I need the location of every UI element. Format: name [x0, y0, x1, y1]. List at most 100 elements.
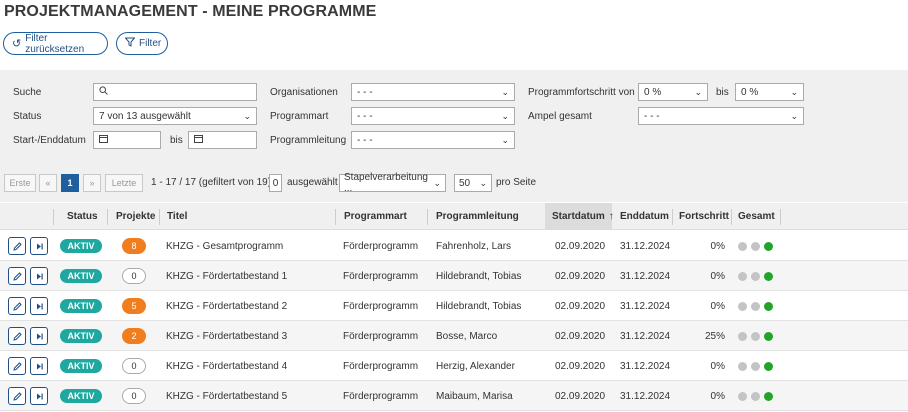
pager-page-1-button[interactable]: 1 [61, 174, 79, 192]
open-button[interactable] [30, 237, 48, 255]
pager-range-text: 1 - 17 / 17 (gefiltert von 19) [151, 177, 272, 188]
pager-last-button[interactable]: Letzte [105, 174, 143, 192]
open-button[interactable] [30, 387, 48, 405]
programmleitung-label: Programmleitung [270, 135, 347, 146]
edit-button[interactable] [8, 237, 26, 255]
fortschritt-to-select[interactable]: 0 % ⌄ [735, 83, 804, 101]
edit-button[interactable] [8, 267, 26, 285]
fortschritt-from-select[interactable]: 0 % ⌄ [638, 83, 708, 101]
edit-button[interactable] [8, 357, 26, 375]
startdatum-cell: 02.09.2020 [555, 330, 606, 342]
programmart-select[interactable]: - - - ⌄ [351, 107, 515, 125]
table-row[interactable]: AKTIV 5 KHZG - Fördertatbestand 2 Förder… [0, 291, 908, 321]
search-icon [99, 86, 108, 98]
chevron-down-icon: ⌄ [790, 86, 798, 97]
chevron-down-icon: ⌄ [479, 177, 487, 188]
calendar-icon [194, 134, 203, 146]
column-programmleitung[interactable]: Programmleitung [436, 203, 519, 230]
pencil-icon [12, 271, 22, 281]
play-next-icon [36, 393, 43, 399]
column-fortschritt[interactable]: Fortschritt [679, 203, 729, 230]
calendar-icon [99, 134, 108, 146]
ampel-off-dot [751, 362, 760, 371]
batch-select[interactable]: Stapelverarbeitung ... ⌄ [339, 172, 446, 194]
reset-filter-button[interactable]: ↺ Filter zurücksetzen [3, 32, 108, 55]
projekte-count-badge[interactable]: 0 [122, 268, 146, 284]
status-badge: AKTIV [60, 299, 102, 313]
column-enddatum[interactable]: Enddatum [620, 203, 669, 230]
fortschritt-cell: 0% [710, 240, 725, 252]
ampel-select[interactable]: - - - ⌄ [638, 107, 804, 125]
column-divider [107, 209, 108, 225]
org-select[interactable]: - - - ⌄ [351, 83, 515, 101]
projekte-count-badge[interactable]: 8 [122, 238, 146, 254]
page-title: PROJEKTMANAGEMENT - MEINE PROGRAMME [4, 3, 377, 20]
search-input[interactable] [93, 83, 257, 101]
fortschritt-label: Programmfortschritt von [528, 87, 635, 98]
table-row[interactable]: AKTIV 0 KHZG - Fördertatbestand 4 Förder… [0, 351, 908, 381]
funnel-icon [124, 37, 136, 50]
titel-cell[interactable]: KHZG - Fördertatbestand 2 [166, 291, 287, 321]
startdatum-cell: 02.09.2020 [555, 300, 606, 312]
pencil-icon [12, 361, 22, 371]
table-header: Status Projekte Titel Programmart Progra… [0, 203, 908, 230]
titel-cell[interactable]: KHZG - Fördertatbestand 4 [166, 351, 287, 381]
table-row[interactable]: AKTIV 0 KHZG - Fördertatbestand 1 Förder… [0, 261, 908, 291]
column-startdatum[interactable]: Startdatum ↑ [545, 203, 614, 230]
programmart-value: - - - [357, 110, 373, 122]
pager-next-button[interactable]: » [83, 174, 101, 192]
open-button[interactable] [30, 357, 48, 375]
column-gesamt[interactable]: Gesamt [738, 203, 775, 230]
pager-prev-button[interactable]: « [39, 174, 57, 192]
table-row[interactable]: AKTIV 2 KHZG - Fördertatbestand 3 Förder… [0, 321, 908, 351]
status-value: 7 von 13 ausgewählt [99, 110, 191, 122]
start-date-input[interactable] [93, 131, 161, 149]
fortschritt-cell: 0% [710, 270, 725, 282]
fortschritt-to-value: 0 % [741, 86, 759, 98]
projekte-count-badge[interactable]: 2 [122, 328, 146, 344]
programmleitung-select[interactable]: - - - ⌄ [351, 131, 515, 149]
column-titel[interactable]: Titel [167, 203, 187, 230]
column-status[interactable]: Status [67, 203, 98, 230]
startdatum-cell: 02.09.2020 [555, 360, 606, 372]
end-date-input[interactable] [188, 131, 257, 149]
fortschritt-cell: 0% [710, 360, 725, 372]
edit-button[interactable] [8, 387, 26, 405]
titel-cell[interactable]: KHZG - Fördertatbestand 1 [166, 261, 287, 291]
pager-first-button[interactable]: Erste [4, 174, 36, 192]
open-button[interactable] [30, 327, 48, 345]
ampel-green-dot [764, 392, 773, 401]
table-row[interactable]: AKTIV 0 KHZG - Fördertatbestand 5 Förder… [0, 381, 908, 411]
titel-cell[interactable]: KHZG - Fördertatbestand 3 [166, 321, 287, 351]
ampel-green-dot [764, 272, 773, 281]
titel-cell[interactable]: KHZG - Gesamtprogramm [166, 231, 283, 261]
enddatum-cell: 31.12.2024 [620, 270, 671, 282]
column-divider [672, 209, 673, 225]
date-label: Start-/Enddatum [13, 135, 86, 146]
status-select[interactable]: 7 von 13 ausgewählt ⌄ [93, 107, 257, 125]
per-page-select[interactable]: 50 ⌄ [454, 174, 492, 192]
ampel-green-dot [764, 362, 773, 371]
ampel-off-dot [738, 392, 747, 401]
fortschritt-bis-label: bis [716, 87, 729, 98]
programmart-cell: Förderprogramm [343, 300, 419, 312]
projekte-count-badge[interactable]: 0 [122, 358, 146, 374]
open-button[interactable] [30, 297, 48, 315]
enddatum-cell: 31.12.2024 [620, 390, 671, 402]
table-row[interactable]: AKTIV 8 KHZG - Gesamtprogramm Förderprog… [0, 231, 908, 261]
play-next-icon [36, 363, 43, 369]
column-programmart[interactable]: Programmart [344, 203, 407, 230]
chevron-down-icon: ⌄ [243, 110, 251, 121]
projekte-count-badge[interactable]: 5 [122, 298, 146, 314]
edit-button[interactable] [8, 297, 26, 315]
startdatum-label: Startdatum [552, 211, 605, 222]
column-projekte[interactable]: Projekte [116, 203, 155, 230]
column-divider [780, 209, 781, 225]
ampel-off-dot [751, 242, 760, 251]
titel-cell[interactable]: KHZG - Fördertatbestand 5 [166, 381, 287, 411]
edit-button[interactable] [8, 327, 26, 345]
open-button[interactable] [30, 267, 48, 285]
status-badge: AKTIV [60, 329, 102, 343]
filter-button[interactable]: Filter [116, 32, 168, 55]
projekte-count-badge[interactable]: 0 [122, 388, 146, 404]
